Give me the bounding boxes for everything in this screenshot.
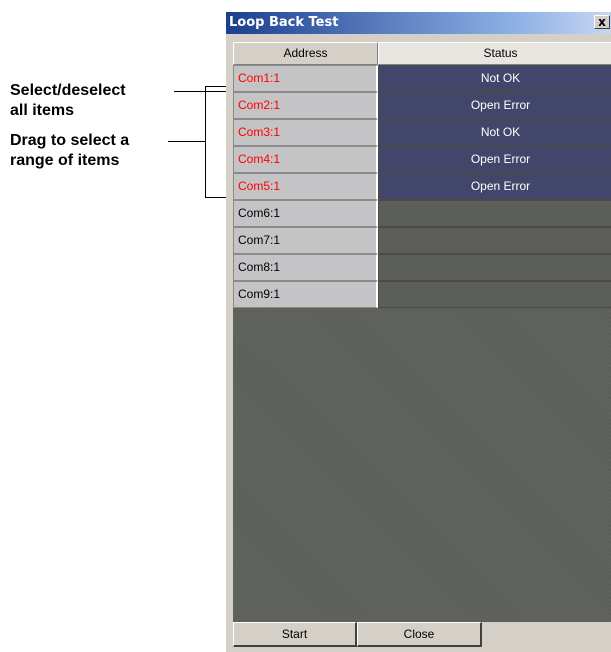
status-cell bbox=[378, 281, 611, 308]
loop-back-test-window: Loop Back Test x Address Status Com1:1 N… bbox=[226, 12, 611, 652]
status-cell bbox=[378, 254, 611, 281]
callout-drag-select: Drag to select a range of items bbox=[10, 131, 129, 171]
callout-drag-select-line1: Drag to select a bbox=[10, 132, 130, 149]
table-row[interactable]: Com8:1 bbox=[233, 254, 611, 281]
status-cell: Open Error bbox=[378, 173, 611, 200]
address-column-header[interactable]: Address bbox=[233, 42, 378, 65]
window-title: Loop Back Test bbox=[229, 15, 339, 30]
table-row[interactable]: Com9:1 bbox=[233, 281, 611, 308]
address-cell[interactable]: Com1:1 bbox=[233, 65, 378, 92]
results-grid: Address Status Com1:1 Not OK Com2:1 Open… bbox=[233, 42, 611, 622]
callout-drag-leader bbox=[168, 141, 206, 142]
title-bar[interactable]: Loop Back Test x bbox=[226, 12, 611, 34]
callout-bracket-vertical bbox=[205, 86, 206, 198]
close-window-button[interactable]: x bbox=[594, 15, 610, 29]
table-row[interactable]: Com3:1 Not OK bbox=[233, 119, 611, 146]
status-cell: Open Error bbox=[378, 92, 611, 119]
status-cell bbox=[378, 200, 611, 227]
button-bar: Start Close bbox=[233, 622, 611, 652]
callout-select-deselect: Select/deselect all items bbox=[10, 81, 126, 121]
address-cell[interactable]: Com8:1 bbox=[233, 254, 378, 281]
table-row[interactable]: Com4:1 Open Error bbox=[233, 146, 611, 173]
table-row[interactable]: Com6:1 bbox=[233, 200, 611, 227]
status-cell: Not OK bbox=[378, 65, 611, 92]
address-cell[interactable]: Com5:1 bbox=[233, 173, 378, 200]
status-cell bbox=[378, 227, 611, 254]
status-column-header[interactable]: Status bbox=[378, 42, 611, 65]
address-cell[interactable]: Com7:1 bbox=[233, 227, 378, 254]
close-button[interactable]: Close bbox=[357, 622, 482, 647]
callout-select-deselect-line1: Select/deselect bbox=[10, 82, 126, 99]
address-cell[interactable]: Com9:1 bbox=[233, 281, 378, 308]
callout-drag-select-line2: range of items bbox=[10, 152, 120, 169]
start-button[interactable]: Start bbox=[233, 622, 357, 647]
table-row[interactable]: Com2:1 Open Error bbox=[233, 92, 611, 119]
callout-select-deselect-line2: all items bbox=[10, 102, 75, 119]
table-row[interactable]: Com7:1 bbox=[233, 227, 611, 254]
table-row[interactable]: Com5:1 Open Error bbox=[233, 173, 611, 200]
close-icon: x bbox=[598, 15, 606, 29]
address-cell[interactable]: Com2:1 bbox=[233, 92, 378, 119]
address-cell[interactable]: Com6:1 bbox=[233, 200, 378, 227]
address-cell[interactable]: Com3:1 bbox=[233, 119, 378, 146]
status-cell: Open Error bbox=[378, 146, 611, 173]
status-cell: Not OK bbox=[378, 119, 611, 146]
address-cell[interactable]: Com4:1 bbox=[233, 146, 378, 173]
table-row[interactable]: Com1:1 Not OK bbox=[233, 65, 611, 92]
